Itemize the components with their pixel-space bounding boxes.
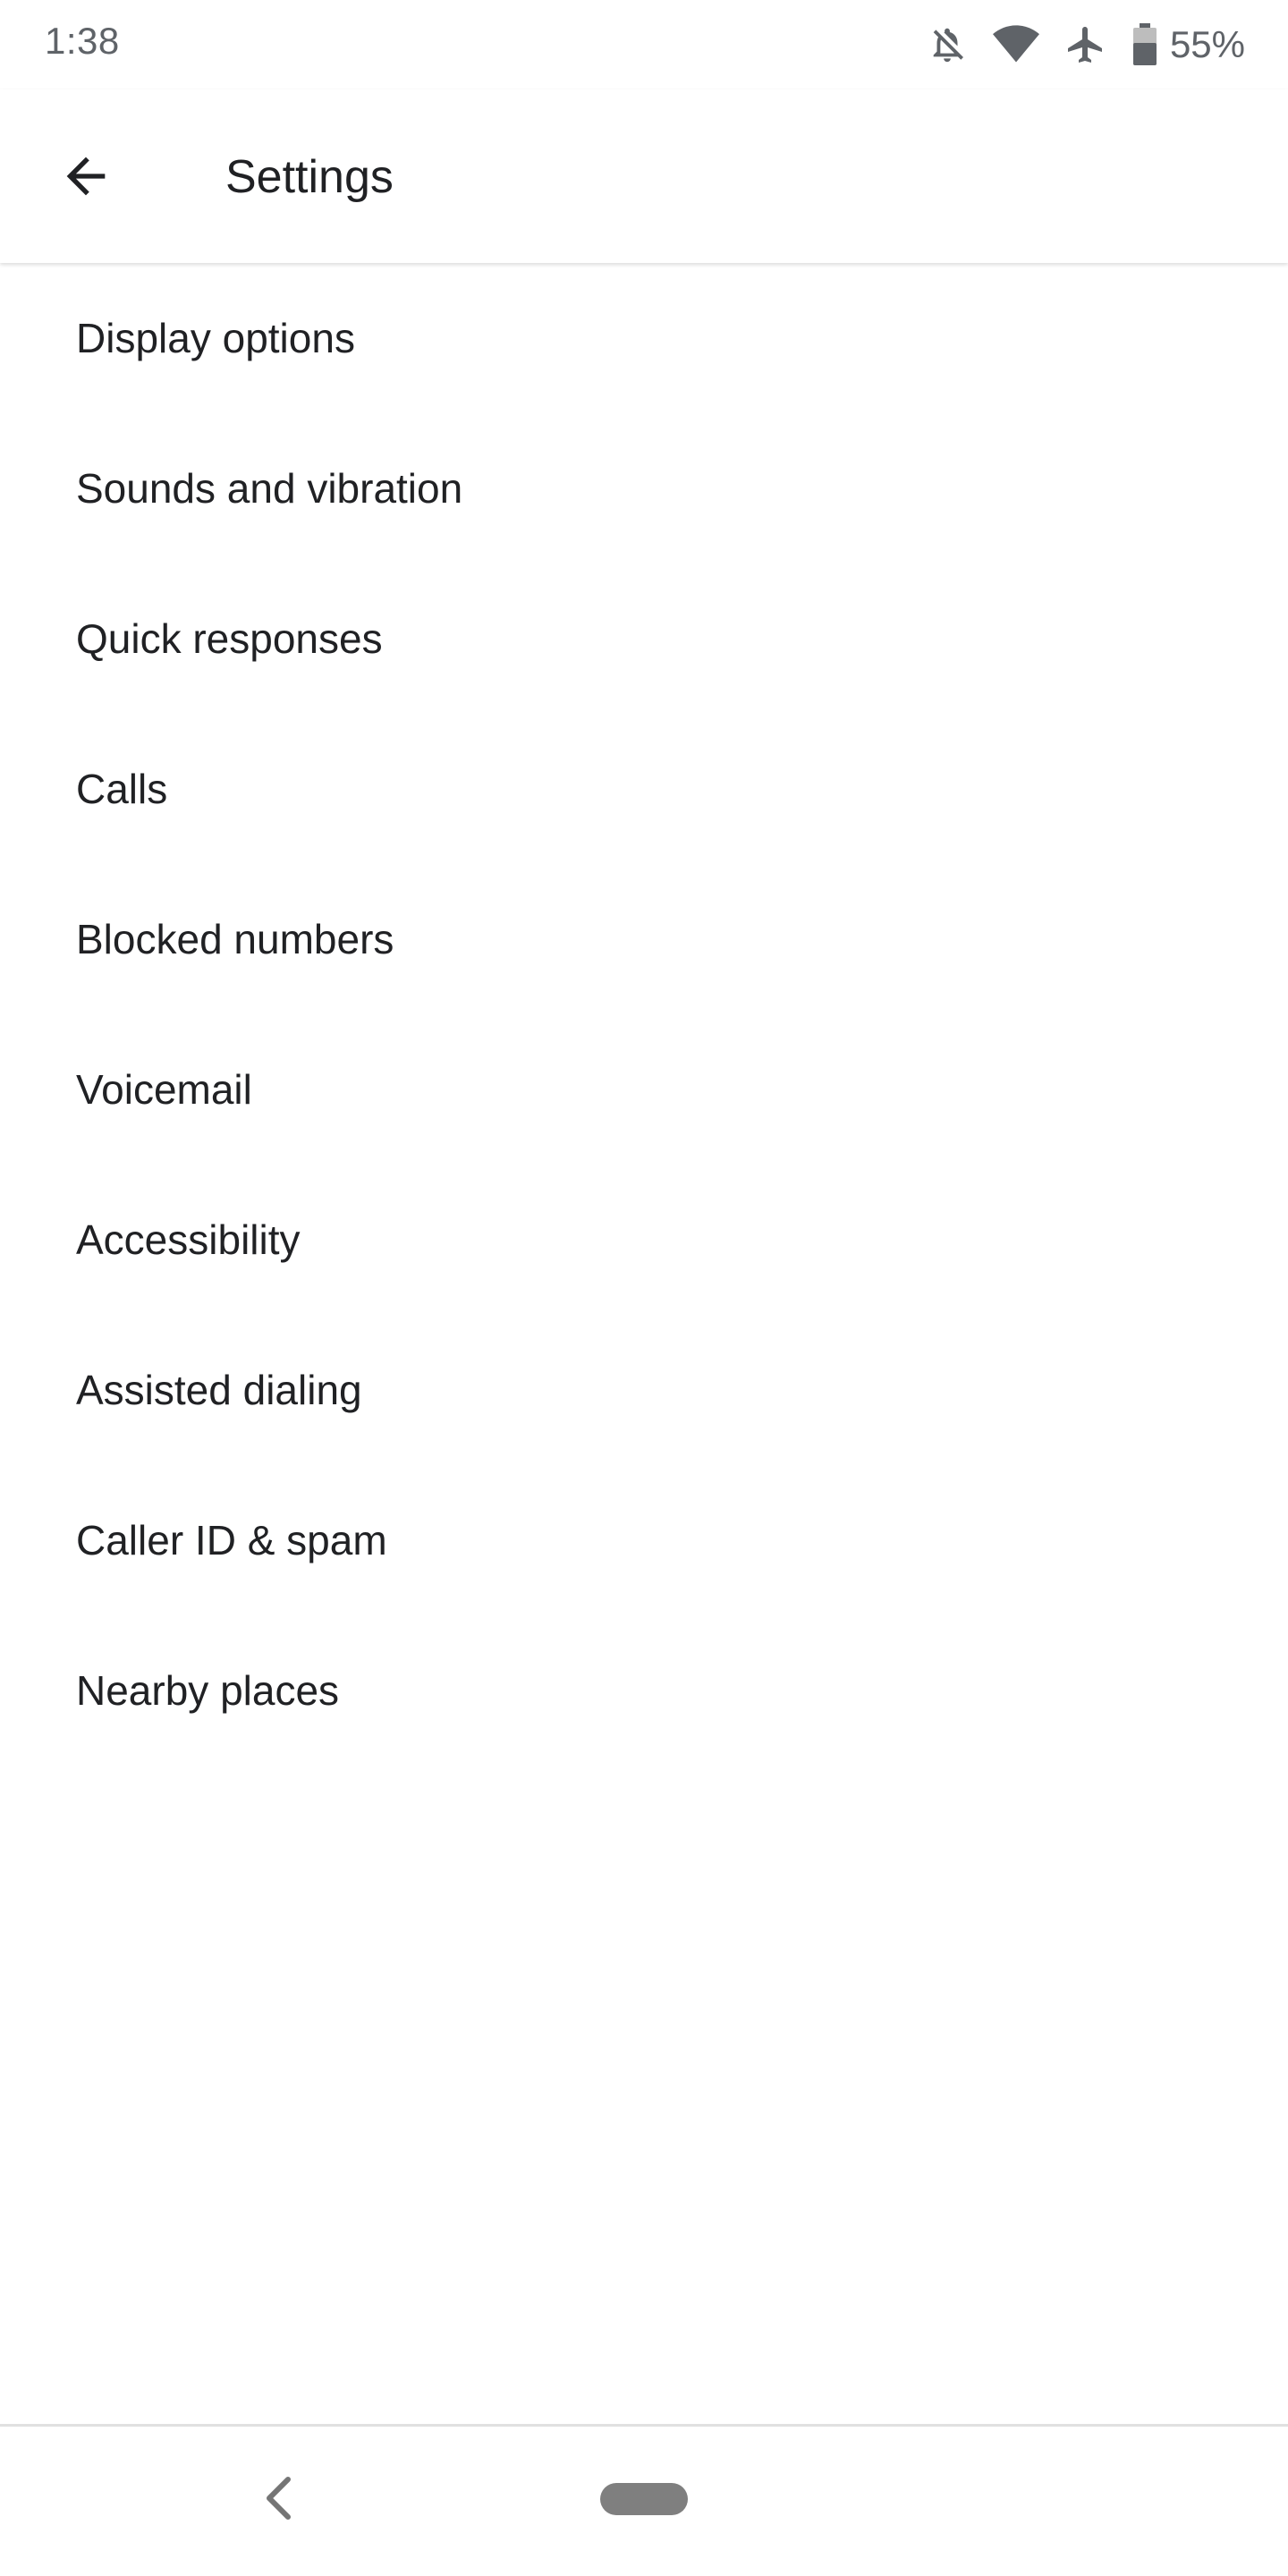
- settings-item-label: Blocked numbers: [76, 916, 394, 962]
- settings-item-label: Caller ID & spam: [76, 1517, 387, 1563]
- settings-item-label: Calls: [76, 766, 168, 812]
- settings-item-quick-responses[interactable]: Quick responses: [0, 564, 1288, 714]
- home-pill-icon[interactable]: [600, 2483, 688, 2515]
- nav-back-button[interactable]: [250, 2471, 304, 2525]
- settings-item-label: Accessibility: [76, 1216, 301, 1263]
- settings-screen: 1:38 55% Settings Display options Sounds…: [0, 0, 1288, 2576]
- arrow-back-icon: [66, 157, 106, 196]
- battery-icon: [1132, 23, 1157, 66]
- settings-item-nearby-places[interactable]: Nearby places: [0, 1615, 1288, 1766]
- settings-item-caller-id-and-spam[interactable]: Caller ID & spam: [0, 1465, 1288, 1615]
- notifications-off-icon: [927, 24, 968, 65]
- battery-percentage: 55%: [1169, 23, 1245, 65]
- settings-item-label: Quick responses: [76, 615, 383, 662]
- settings-list: Display options Sounds and vibration Qui…: [0, 263, 1288, 1766]
- settings-item-assisted-dialing[interactable]: Assisted dialing: [0, 1315, 1288, 1465]
- settings-item-display-options[interactable]: Display options: [0, 263, 1288, 413]
- status-icons: 55%: [902, 16, 1245, 73]
- back-button[interactable]: [41, 131, 131, 221]
- wifi-icon: [992, 24, 1039, 65]
- settings-item-sounds-and-vibration[interactable]: Sounds and vibration: [0, 413, 1288, 564]
- nav-back-icon: [267, 2477, 291, 2520]
- page-title: Settings: [225, 151, 394, 203]
- settings-item-label: Sounds and vibration: [76, 465, 463, 512]
- status-bar: 1:38 55%: [0, 0, 1288, 89]
- settings-item-label: Voicemail: [76, 1066, 252, 1113]
- settings-item-label: Display options: [76, 315, 355, 361]
- settings-item-label: Assisted dialing: [76, 1367, 362, 1413]
- settings-item-calls[interactable]: Calls: [0, 714, 1288, 864]
- airplane-mode-icon: [1064, 23, 1107, 66]
- status-time: 1:38: [45, 20, 120, 62]
- settings-item-blocked-numbers[interactable]: Blocked numbers: [0, 864, 1288, 1014]
- settings-item-accessibility[interactable]: Accessibility: [0, 1165, 1288, 1315]
- system-nav-bar: [0, 2427, 1288, 2576]
- settings-item-label: Nearby places: [76, 1667, 340, 1714]
- app-bar: Settings: [0, 89, 1288, 263]
- settings-item-voicemail[interactable]: Voicemail: [0, 1014, 1288, 1165]
